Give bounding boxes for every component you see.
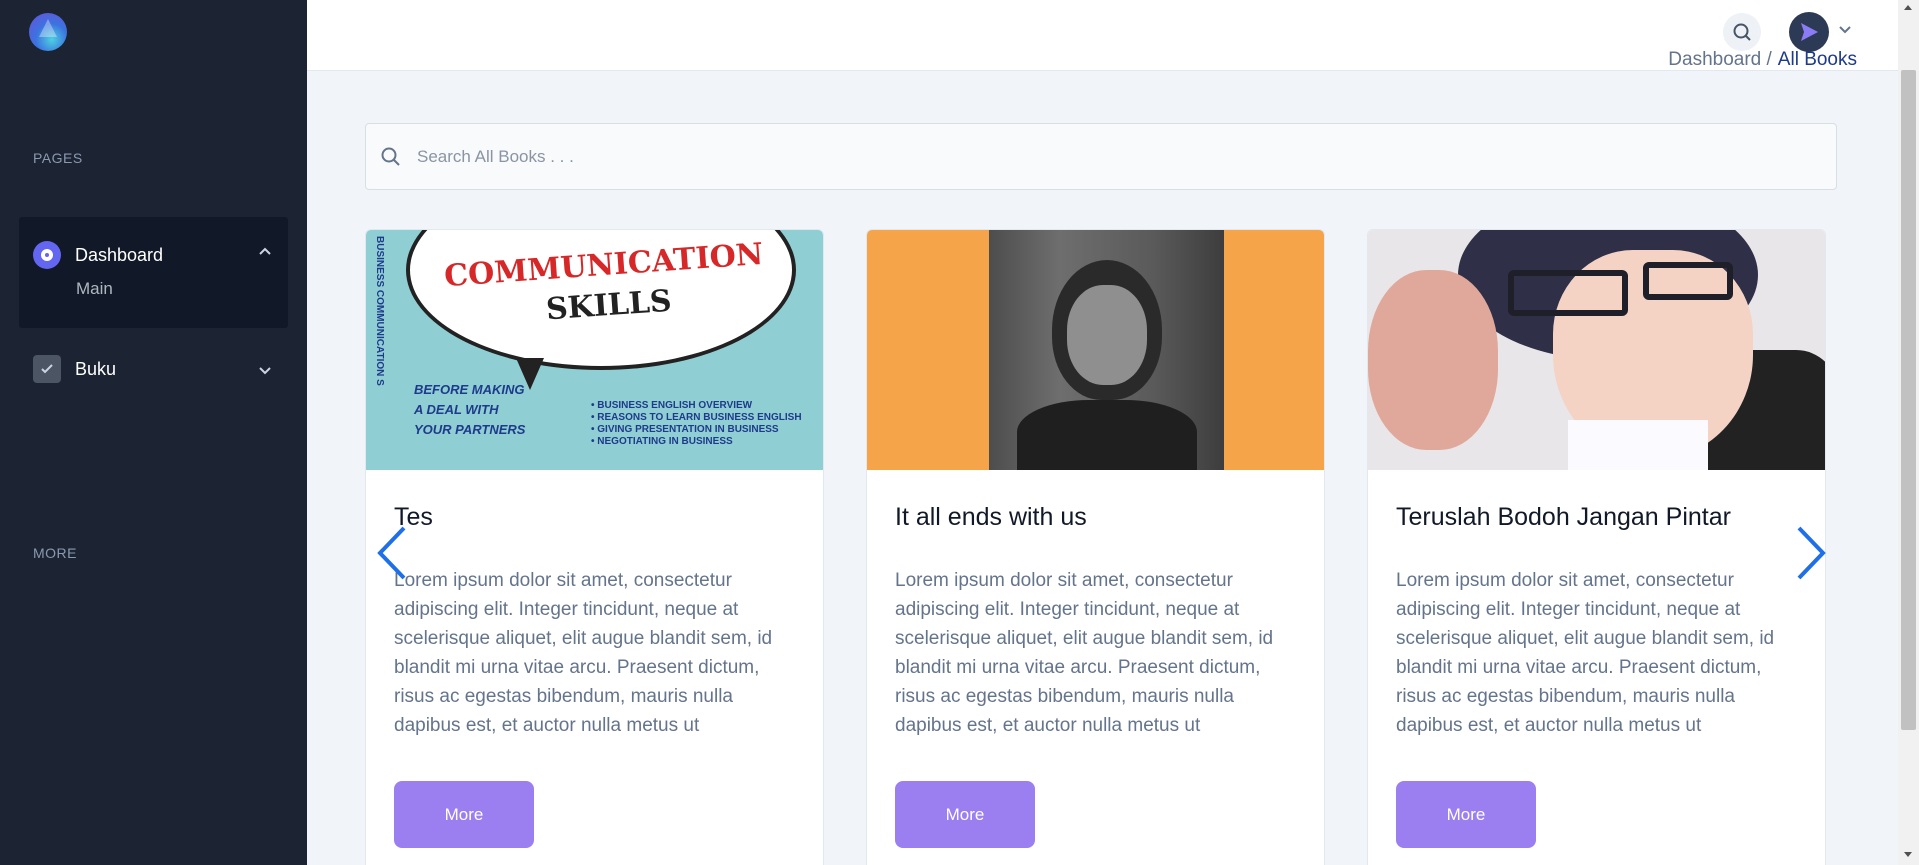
sidebar-item-label: Dashboard	[75, 244, 164, 265]
chevron-left-icon	[377, 526, 406, 580]
cover-subtitle-line: A DEAL WITH	[414, 402, 499, 417]
search-input[interactable]	[417, 146, 1797, 167]
cover-subtitle-line: YOUR PARTNERS	[414, 422, 526, 437]
book-description: Lorem ipsum dolor sit amet, consectetur …	[1396, 570, 1775, 736]
calendar-check-icon	[33, 355, 61, 383]
book-card: COMMUNICATION SKILLS BUSINESS COMMUNICAT…	[365, 229, 824, 865]
sidebar: PAGES Dashboard Main Buku MORE	[0, 0, 307, 865]
sidebar-group-dashboard	[19, 217, 288, 328]
cover-illustration-glasses	[1643, 262, 1733, 300]
cover-bullet: • REASONS TO LEARN BUSINESS ENGLISH	[591, 412, 802, 423]
sidebar-item-label: Buku	[75, 358, 117, 379]
logo-icon[interactable]	[29, 13, 67, 51]
page-scrollbar[interactable]	[1898, 0, 1919, 865]
cover-portrait-face	[1067, 285, 1147, 385]
cover-bullet: • NEGOTIATING IN BUSINESS	[591, 436, 733, 447]
scroll-down-arrow-icon[interactable]	[1904, 852, 1912, 857]
top-header	[307, 0, 1898, 71]
section-label-pages: PAGES	[33, 150, 83, 166]
search-icon	[1733, 23, 1751, 41]
scrollbar-thumb[interactable]	[1901, 70, 1916, 730]
cover-portrait-body	[1017, 400, 1197, 470]
carousel-prev-button[interactable]	[374, 524, 410, 582]
cover-illustration-glasses	[1508, 270, 1628, 316]
cover-bullet: • GIVING PRESENTATION IN BUSINESS	[591, 424, 779, 435]
sidebar-item-dashboard[interactable]: Dashboard	[33, 241, 163, 269]
book-title: It all ends with us	[895, 503, 1087, 531]
cover-bullets: • BUSINESS ENGLISH OVERVIEW • REASONS TO…	[591, 400, 802, 448]
cover-subtitle-line: BEFORE MAKING	[414, 382, 525, 397]
search-bar	[365, 123, 1837, 190]
book-cover-image	[1368, 230, 1825, 470]
breadcrumb-dashboard[interactable]: Dashboard /	[1668, 49, 1772, 70]
user-avatar[interactable]	[1789, 12, 1829, 52]
chevron-right-icon	[1797, 526, 1826, 580]
cover-illustration-collar	[1568, 420, 1708, 470]
book-cover-image: COMMUNICATION SKILLS BUSINESS COMMUNICAT…	[366, 230, 823, 470]
more-button[interactable]: More	[394, 781, 534, 848]
breadcrumb: Dashboard / All Books	[1668, 49, 1857, 71]
book-card: Teruslah Bodoh Jangan Pintar Lorem ipsum…	[1367, 229, 1826, 865]
book-cover-image	[867, 230, 1324, 470]
sidebar-subitem-main[interactable]: Main	[76, 279, 113, 299]
dashboard-icon	[33, 241, 61, 269]
more-button[interactable]: More	[895, 781, 1035, 848]
search-icon	[379, 145, 403, 169]
scroll-up-arrow-icon[interactable]	[1904, 5, 1912, 10]
cover-bullet: • BUSINESS ENGLISH OVERVIEW	[591, 400, 753, 411]
book-title: Teruslah Bodoh Jangan Pintar	[1396, 503, 1731, 531]
send-icon	[1801, 23, 1818, 41]
user-menu-chevron-icon[interactable]	[1838, 22, 1852, 38]
carousel-next-button[interactable]	[1793, 524, 1829, 582]
chevron-down-icon[interactable]	[258, 363, 272, 381]
sidebar-item-buku[interactable]: Buku	[33, 355, 116, 383]
cover-side-text: BUSINESS COMMUNICATION S	[374, 236, 385, 386]
section-label-more: MORE	[33, 545, 77, 561]
more-button[interactable]: More	[1396, 781, 1536, 848]
cover-subtitle: BEFORE MAKING A DEAL WITH YOUR PARTNERS	[414, 380, 525, 440]
cover-illustration-hand	[1368, 270, 1498, 450]
book-description: Lorem ipsum dolor sit amet, consectetur …	[394, 570, 773, 736]
chevron-up-icon[interactable]	[258, 243, 272, 261]
breadcrumb-current: All Books	[1777, 49, 1857, 70]
book-description: Lorem ipsum dolor sit amet, consectetur …	[895, 570, 1274, 736]
book-card: It all ends with us Lorem ipsum dolor si…	[866, 229, 1325, 865]
search-button[interactable]	[1723, 13, 1761, 51]
